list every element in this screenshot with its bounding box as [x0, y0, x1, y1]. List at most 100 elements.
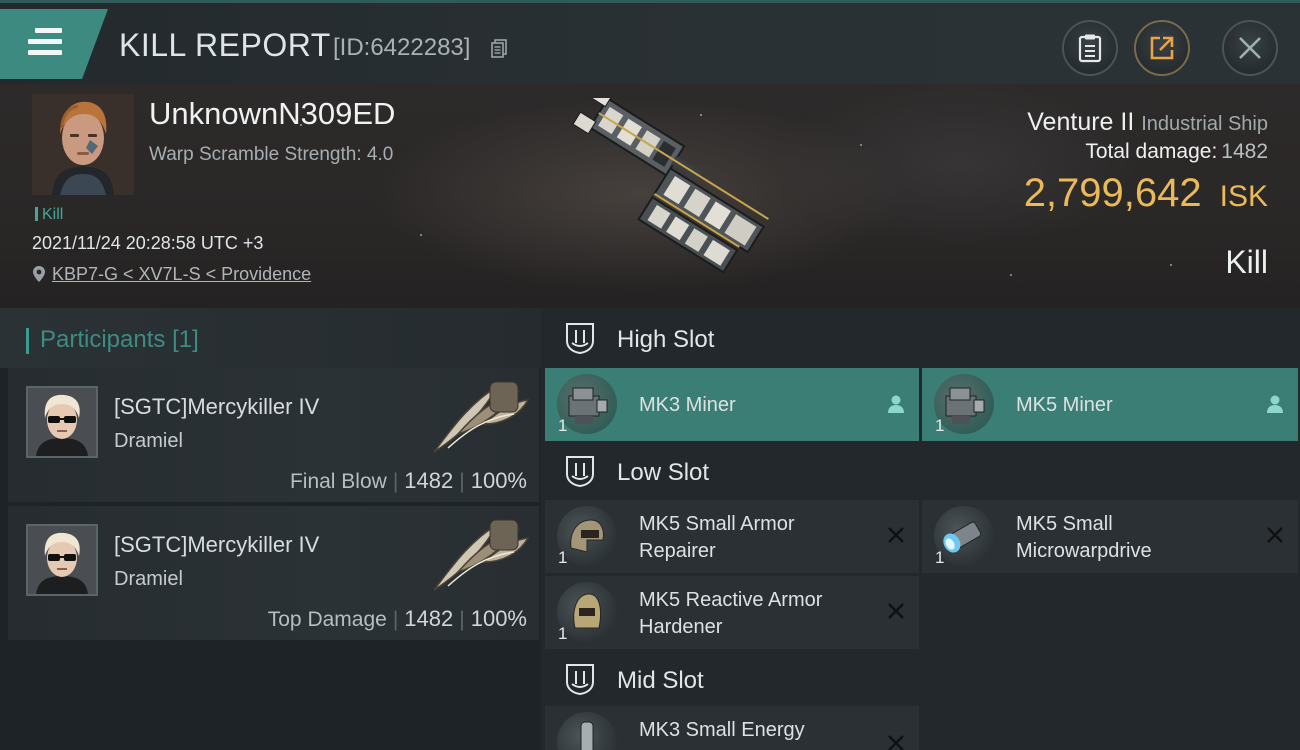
module-name-line2: Repairer [639, 540, 716, 562]
destroyed-x-icon [888, 527, 904, 543]
mid-slot-icon [566, 664, 594, 696]
kill-result: Kill [1225, 244, 1268, 280]
participant-name: [SGTC]Mercykiller IV [114, 532, 320, 557]
kill-location[interactable]: KBP7-G < XV7L-S < Providence [32, 264, 311, 285]
participants-count: [1] [172, 326, 199, 353]
fitting-panel: High Slot 1 MK3 Miner 1 MK5 Miner Low Sl… [541, 308, 1300, 750]
module-name: MK5 Reactive Armor Hardener [639, 587, 869, 641]
menu-button[interactable] [0, 9, 108, 79]
destroyed-x-icon [888, 735, 904, 750]
kill-summary-panel: UnknownN309ED Warp Scramble Strength: 4.… [0, 84, 1300, 308]
participant-percent: 100% [470, 468, 527, 493]
share-icon [1150, 36, 1174, 60]
participant-role: Final Blow [289, 470, 387, 493]
isk-value: 2,799,642 ISK [1024, 171, 1268, 216]
participants-title: Participants [1] [26, 326, 199, 354]
participant-damage: 1482 [404, 606, 454, 631]
total-damage: Total damage: 1482 [1085, 140, 1268, 164]
copy-id-icon[interactable] [491, 39, 508, 58]
star [860, 144, 862, 146]
module-name: MK5 Small Armor Repairer [639, 511, 869, 565]
report-id: [ID:6422283] [333, 34, 471, 61]
kill-type-tag: Kill [35, 206, 63, 224]
ship-class: Industrial Ship [1141, 113, 1268, 135]
warp-scramble-strength: Warp Scramble Strength: 4.0 [149, 144, 394, 165]
total-damage-value: 1482 [1221, 140, 1268, 163]
kill-timestamp: 2021/11/24 20:28:58 UTC +3 [32, 233, 264, 253]
share-button[interactable] [1134, 20, 1190, 76]
participant-card[interactable]: [SGTC]Mercykiller IV Dramiel Final Blow |… [8, 368, 539, 502]
participant-name: [SGTC]Mercykiller IV [114, 394, 320, 419]
module-name-line2: Microwarpdrive [1016, 540, 1152, 562]
low-slot-icon [566, 456, 594, 488]
module-name: MK5 Miner [1016, 394, 1113, 416]
participant-role: Top Damage [267, 608, 387, 631]
high-slot-label: High Slot [617, 326, 715, 353]
module-name-line1: MK5 Small [1016, 513, 1113, 535]
isk-unit: ISK [1219, 180, 1268, 213]
energy-module-icon [557, 712, 617, 750]
participant-card[interactable]: [SGTC]Mercykiller IV Dramiel Top Damage |… [8, 506, 539, 640]
star [1010, 274, 1012, 276]
module-quantity: 1 [558, 548, 568, 567]
participant-ship-image[interactable] [428, 512, 532, 592]
pilot-portrait-image [28, 388, 96, 456]
star [420, 234, 422, 236]
participants-panel: Participants [1] [SGTC]Mercykiller IV Dr… [0, 308, 541, 750]
total-damage-label: Total damage: [1085, 140, 1218, 163]
page-title: KILL REPORT [119, 27, 331, 63]
title-bar: KILL REPORT [ID:6422283] [0, 0, 1300, 84]
module-name-line1: MK5 Small Armor [639, 513, 795, 535]
participant-avatar[interactable] [26, 524, 98, 596]
participants-label: Participants [40, 326, 166, 353]
module-name: MK3 Miner [639, 394, 736, 416]
module-name: MK5 Small Microwarpdrive [1016, 511, 1246, 565]
participant-avatar[interactable] [26, 386, 98, 458]
module-name-line2: Hardener [639, 616, 723, 638]
module-mk5-reactive-armor-hardener[interactable]: 1 MK5 Reactive Armor Hardener [545, 576, 919, 649]
high-slot-icon [566, 323, 594, 355]
low-slot-header: Low Slot [545, 441, 1300, 501]
destroyed-x-icon [888, 603, 904, 619]
close-icon [1239, 37, 1261, 59]
participants-header: Participants [1] [0, 308, 541, 368]
victim-name: UnknownN309ED [149, 96, 396, 131]
hamburger-icon [28, 28, 62, 61]
victim-ship-image[interactable] [535, 98, 775, 288]
participant-ship-image[interactable] [428, 374, 532, 454]
low-slot-label: Low Slot [617, 459, 710, 486]
mid-slot-label: Mid Slot [617, 667, 704, 694]
participant-stats: Final Blow | 1482 | 100% [289, 468, 527, 493]
participant-ship: Dramiel [114, 430, 183, 452]
person-icon [1267, 395, 1283, 413]
participant-stats: Top Damage | 1482 | 100% [267, 606, 527, 631]
clipboard-icon [1078, 34, 1102, 63]
pilot-portrait-image [32, 94, 134, 195]
module-quantity: 1 [935, 548, 945, 567]
module-mk5-small-microwarpdrive[interactable]: 1 MK5 Small Microwarpdrive [922, 500, 1298, 573]
pilot-portrait-image [28, 526, 96, 594]
victim-portrait[interactable] [32, 94, 134, 195]
high-slot-header: High Slot [545, 308, 1300, 368]
module-mk5-small-armor-repairer[interactable]: 1 MK5 Small Armor Repairer [545, 500, 919, 573]
victim-ship-name: Venture II Industrial Ship [1027, 108, 1268, 137]
location-link[interactable]: KBP7-G < XV7L-S < Providence [52, 264, 311, 284]
module-mk3-small-energy[interactable]: MK3 Small Energy [545, 706, 919, 750]
report-button[interactable] [1062, 20, 1118, 76]
module-quantity: 1 [558, 416, 568, 435]
location-pin-icon [33, 266, 45, 282]
participant-percent: 100% [470, 606, 527, 631]
module-mk3-miner[interactable]: 1 MK3 Miner [545, 368, 919, 441]
isk-amount: 2,799,642 [1023, 171, 1202, 215]
module-mk5-miner[interactable]: 1 MK5 Miner [922, 368, 1298, 441]
module-name-line1: MK5 Reactive Armor [639, 589, 823, 611]
participant-ship: Dramiel [114, 568, 183, 590]
star [1170, 264, 1172, 266]
module-quantity: 1 [558, 624, 568, 643]
close-button[interactable] [1222, 20, 1278, 76]
destroyed-x-icon [1267, 527, 1283, 543]
participant-damage: 1482 [404, 468, 454, 493]
module-quantity: 1 [935, 416, 945, 435]
mid-slot-header: Mid Slot [545, 649, 1300, 709]
ship-name-text: Venture II [1027, 108, 1135, 136]
